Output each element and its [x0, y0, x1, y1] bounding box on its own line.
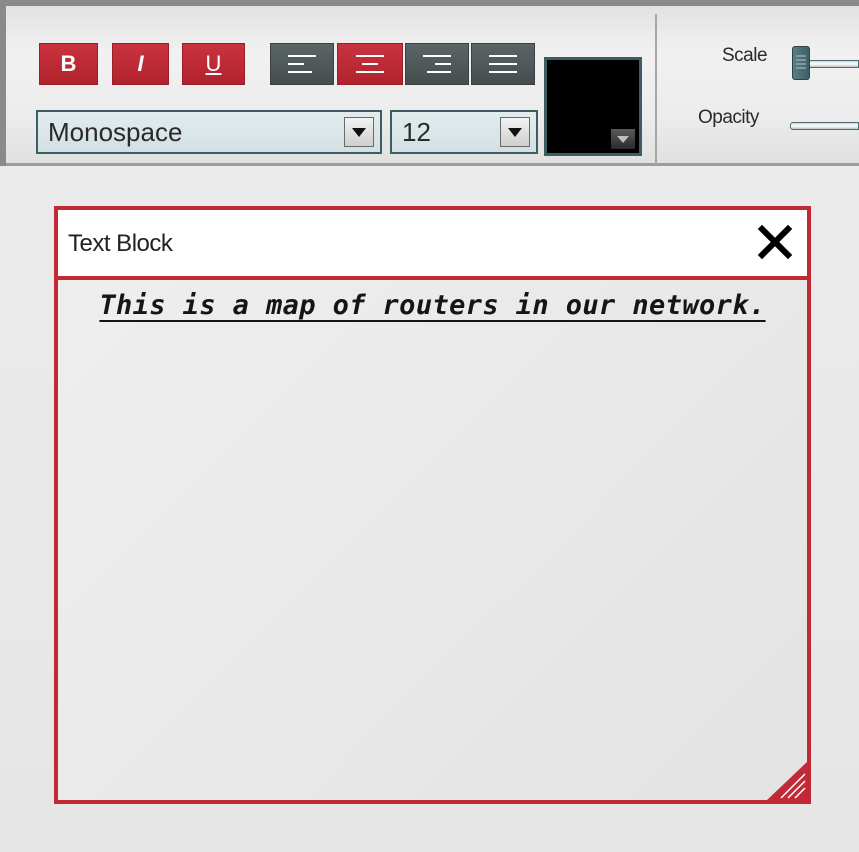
app-window: B I U Monospace 12 Scale Opacity Text Bl…: [0, 0, 859, 852]
align-right-button[interactable]: [405, 43, 469, 85]
align-left-icon: [285, 53, 319, 75]
font-size-value: 12: [402, 116, 431, 147]
underline-button[interactable]: U: [182, 43, 245, 85]
text-block-header[interactable]: Text Block: [58, 210, 807, 280]
resize-grip-icon[interactable]: [767, 762, 807, 800]
opacity-slider-track[interactable]: [790, 122, 859, 130]
scale-slider-handle[interactable]: [792, 46, 810, 80]
bold-button[interactable]: B: [39, 43, 98, 85]
formatting-toolbar: B I U Monospace 12 Scale Opacity: [0, 0, 859, 166]
toolbar-edge: [0, 6, 6, 166]
bold-label: B: [60, 51, 77, 76]
align-center-button[interactable]: [337, 43, 403, 85]
chevron-down-icon: [344, 117, 374, 147]
italic-button[interactable]: I: [112, 43, 169, 85]
text-color-picker[interactable]: [544, 57, 642, 156]
font-size-select[interactable]: 12: [390, 110, 538, 154]
chevron-down-icon: [611, 129, 635, 149]
opacity-label: Opacity: [698, 107, 759, 128]
chevron-down-icon: [500, 117, 530, 147]
scale-label: Scale: [722, 45, 768, 66]
justify-button[interactable]: [471, 43, 535, 85]
text-block-panel[interactable]: Text Block This is a map of routers in o…: [54, 206, 811, 804]
font-family-select[interactable]: Monospace: [36, 110, 382, 154]
font-family-value: Monospace: [48, 116, 183, 147]
align-right-icon: [420, 53, 454, 75]
justify-icon: [486, 53, 520, 75]
text-block-title: Text Block: [68, 230, 173, 257]
text-block-content[interactable]: This is a map of routers in our network.: [98, 284, 767, 326]
italic-label: I: [137, 51, 144, 76]
underline-label: U: [205, 51, 222, 76]
close-icon[interactable]: [757, 224, 793, 260]
toolbar-divider: [655, 14, 657, 166]
align-center-icon: [353, 53, 387, 75]
align-left-button[interactable]: [270, 43, 334, 85]
